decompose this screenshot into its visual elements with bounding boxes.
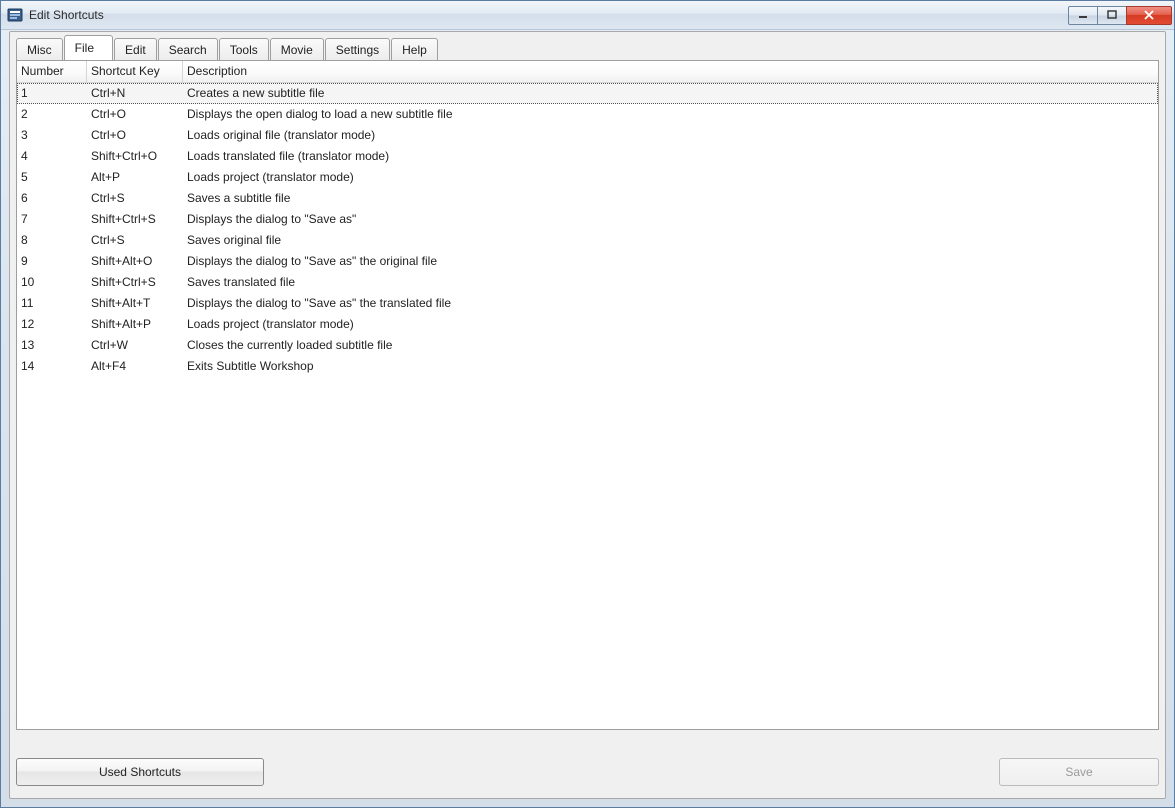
table-row[interactable]: 13Ctrl+WCloses the currently loaded subt… <box>17 335 1158 356</box>
table-row[interactable]: 4Shift+Ctrl+OLoads translated file (tran… <box>17 146 1158 167</box>
cell-description: Displays the dialog to "Save as" <box>183 209 1158 230</box>
cell-shortcut-key: Shift+Ctrl+S <box>87 209 183 230</box>
table-row[interactable]: 8Ctrl+SSaves original file <box>17 230 1158 251</box>
cell-description: Creates a new subtitle file <box>183 83 1158 104</box>
table-body: 1Ctrl+NCreates a new subtitle file2Ctrl+… <box>17 83 1158 377</box>
table-row[interactable]: 10Shift+Ctrl+SSaves translated file <box>17 272 1158 293</box>
cell-number: 5 <box>17 167 87 188</box>
close-button[interactable] <box>1126 6 1172 25</box>
cell-number: 1 <box>17 83 87 104</box>
tab-misc[interactable]: Misc <box>16 38 63 61</box>
cell-description: Displays the dialog to "Save as" the tra… <box>183 293 1158 314</box>
bottom-bar: Used Shortcuts Save <box>16 752 1159 792</box>
cell-shortcut-key: Shift+Ctrl+S <box>87 272 183 293</box>
cell-description: Displays the open dialog to load a new s… <box>183 104 1158 125</box>
window-title: Edit Shortcuts <box>29 8 1069 22</box>
used-shortcuts-button[interactable]: Used Shortcuts <box>16 758 264 786</box>
cell-description: Saves a subtitle file <box>183 188 1158 209</box>
app-icon <box>7 7 23 23</box>
cell-description: Closes the currently loaded subtitle fil… <box>183 335 1158 356</box>
table-row[interactable]: 9Shift+Alt+ODisplays the dialog to "Save… <box>17 251 1158 272</box>
cell-number: 13 <box>17 335 87 356</box>
titlebar[interactable]: Edit Shortcuts <box>1 1 1174 30</box>
tab-settings[interactable]: Settings <box>325 38 390 61</box>
cell-number: 12 <box>17 314 87 335</box>
tab-edit[interactable]: Edit <box>114 38 157 61</box>
cell-number: 9 <box>17 251 87 272</box>
cell-shortcut-key: Shift+Alt+O <box>87 251 183 272</box>
cell-description: Loads project (translator mode) <box>183 167 1158 188</box>
cell-number: 14 <box>17 356 87 377</box>
cell-number: 11 <box>17 293 87 314</box>
table-row[interactable]: 6Ctrl+SSaves a subtitle file <box>17 188 1158 209</box>
table-row[interactable]: 5Alt+PLoads project (translator mode) <box>17 167 1158 188</box>
cell-description: Exits Subtitle Workshop <box>183 356 1158 377</box>
cell-shortcut-key: Shift+Alt+T <box>87 293 183 314</box>
window-controls <box>1069 6 1172 25</box>
table-row[interactable]: 7Shift+Ctrl+SDisplays the dialog to "Sav… <box>17 209 1158 230</box>
cell-description: Saves translated file <box>183 272 1158 293</box>
table-row[interactable]: 14Alt+F4Exits Subtitle Workshop <box>17 356 1158 377</box>
window: Edit Shortcuts MiscFileEditSearchToolsMo… <box>0 0 1175 808</box>
cell-shortcut-key: Ctrl+N <box>87 83 183 104</box>
table-row[interactable]: 2Ctrl+ODisplays the open dialog to load … <box>17 104 1158 125</box>
minimize-button[interactable] <box>1068 6 1098 25</box>
table-row[interactable]: 3Ctrl+OLoads original file (translator m… <box>17 125 1158 146</box>
tab-help[interactable]: Help <box>391 38 438 61</box>
cell-number: 3 <box>17 125 87 146</box>
maximize-button[interactable] <box>1097 6 1127 25</box>
shortcuts-table: Number Shortcut Key Description 1Ctrl+NC… <box>16 60 1159 730</box>
cell-shortcut-key: Ctrl+S <box>87 230 183 251</box>
table-row[interactable]: 1Ctrl+NCreates a new subtitle file <box>17 83 1158 104</box>
tabstrip: MiscFileEditSearchToolsMovieSettingsHelp <box>16 36 1159 60</box>
tab-file[interactable]: File <box>64 35 113 60</box>
cell-number: 8 <box>17 230 87 251</box>
tab-tools[interactable]: Tools <box>219 38 269 61</box>
cell-description: Loads project (translator mode) <box>183 314 1158 335</box>
table-row[interactable]: 12Shift+Alt+PLoads project (translator m… <box>17 314 1158 335</box>
cell-description: Loads original file (translator mode) <box>183 125 1158 146</box>
table-row[interactable]: 11Shift+Alt+TDisplays the dialog to "Sav… <box>17 293 1158 314</box>
cell-description: Loads translated file (translator mode) <box>183 146 1158 167</box>
cell-number: 7 <box>17 209 87 230</box>
cell-shortcut-key: Alt+F4 <box>87 356 183 377</box>
cell-description: Displays the dialog to "Save as" the ori… <box>183 251 1158 272</box>
cell-shortcut-key: Ctrl+O <box>87 125 183 146</box>
cell-shortcut-key: Ctrl+S <box>87 188 183 209</box>
cell-shortcut-key: Shift+Ctrl+O <box>87 146 183 167</box>
cell-description: Saves original file <box>183 230 1158 251</box>
table-header: Number Shortcut Key Description <box>17 61 1158 83</box>
tab-search[interactable]: Search <box>158 38 218 61</box>
cell-shortcut-key: Alt+P <box>87 167 183 188</box>
save-button[interactable]: Save <box>999 758 1159 786</box>
client-area: MiscFileEditSearchToolsMovieSettingsHelp… <box>9 31 1166 799</box>
cell-shortcut-key: Ctrl+W <box>87 335 183 356</box>
cell-number: 6 <box>17 188 87 209</box>
cell-shortcut-key: Shift+Alt+P <box>87 314 183 335</box>
column-header-description[interactable]: Description <box>183 61 1158 82</box>
cell-number: 2 <box>17 104 87 125</box>
cell-shortcut-key: Ctrl+O <box>87 104 183 125</box>
column-header-shortcut-key[interactable]: Shortcut Key <box>87 61 183 82</box>
cell-number: 10 <box>17 272 87 293</box>
tab-movie[interactable]: Movie <box>270 38 324 61</box>
column-header-number[interactable]: Number <box>17 61 87 82</box>
cell-number: 4 <box>17 146 87 167</box>
